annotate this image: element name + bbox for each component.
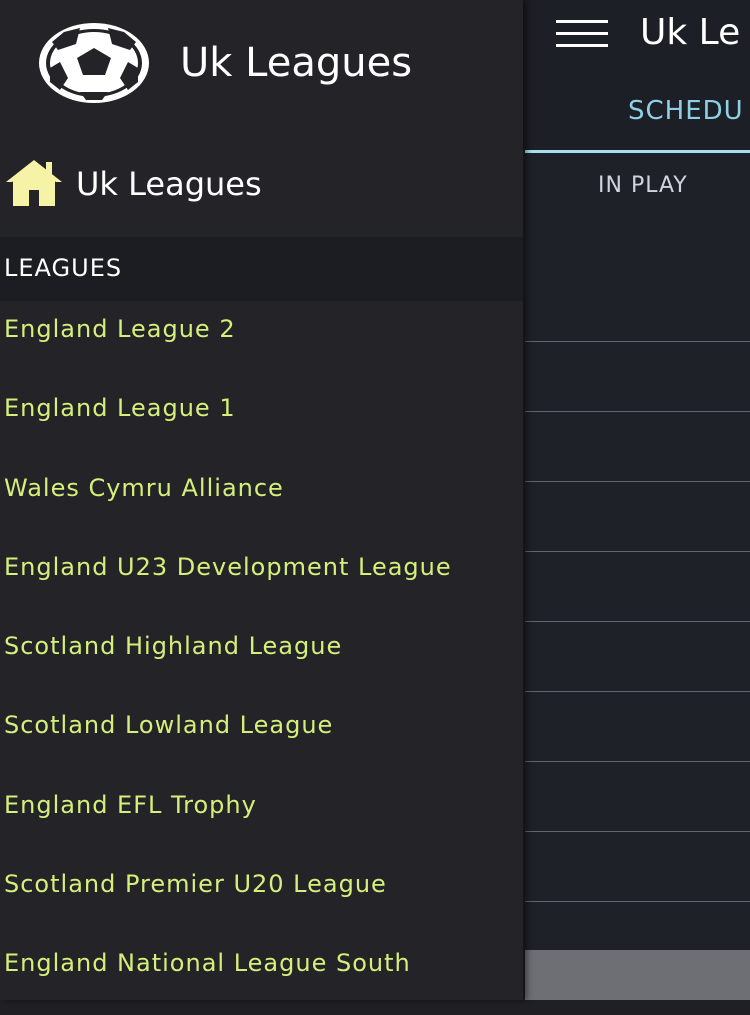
row-divider bbox=[525, 901, 750, 902]
league-label: England EFL Trophy bbox=[4, 790, 257, 819]
league-item[interactable]: England National League South bbox=[0, 935, 523, 1014]
in-play-label: IN PLAY bbox=[598, 173, 688, 198]
row-divider bbox=[525, 621, 750, 622]
tab-indicator bbox=[525, 150, 750, 153]
league-item[interactable]: England League 2 bbox=[0, 301, 523, 380]
app-title: Uk Le bbox=[640, 12, 741, 53]
section-label: LEAGUES bbox=[4, 254, 123, 282]
league-item[interactable]: England U23 Development League bbox=[0, 539, 523, 618]
league-label: England League 2 bbox=[4, 315, 236, 343]
home-label: Uk Leagues bbox=[76, 165, 262, 203]
league-item[interactable]: England EFL Trophy bbox=[0, 777, 523, 856]
row-divider bbox=[525, 691, 750, 692]
drawer-title: Uk Leagues bbox=[180, 40, 413, 86]
bottom-bar bbox=[525, 950, 750, 1000]
league-label: England U23 Development League bbox=[4, 552, 452, 581]
home-icon bbox=[6, 160, 62, 206]
tab-schedule[interactable]: SCHEDU bbox=[628, 96, 744, 126]
hamburger-menu-icon[interactable] bbox=[556, 20, 608, 48]
league-label: Scotland Highland League bbox=[4, 632, 343, 661]
league-item[interactable]: Scotland Lowland League bbox=[0, 697, 523, 776]
league-list: England League 2 England League 1 Wales … bbox=[0, 301, 523, 1015]
league-label: England League 1 bbox=[4, 394, 236, 423]
drawer-header: Uk Leagues bbox=[0, 0, 523, 140]
row-divider bbox=[525, 341, 750, 342]
league-label: Scotland Lowland League bbox=[4, 711, 334, 740]
league-label: Scotland Premier U20 League bbox=[4, 870, 387, 899]
soccer-ball-icon bbox=[39, 23, 149, 103]
home-nav-item[interactable]: Uk Leagues bbox=[0, 150, 523, 220]
league-item[interactable]: Scotland Highland League bbox=[0, 618, 523, 697]
league-item[interactable]: England League 1 bbox=[0, 380, 523, 459]
league-item[interactable]: Scotland Premier U20 League bbox=[0, 856, 523, 935]
league-item[interactable]: Wales Cymru Alliance bbox=[0, 460, 523, 539]
row-divider bbox=[525, 551, 750, 552]
league-label: Wales Cymru Alliance bbox=[4, 473, 284, 502]
navigation-drawer: Uk Leagues Uk Leagues LEAGUES England Le… bbox=[0, 0, 523, 1000]
league-label: England National League South bbox=[4, 949, 411, 978]
leagues-section-header: LEAGUES bbox=[0, 237, 523, 301]
row-divider bbox=[525, 481, 750, 482]
row-divider bbox=[525, 831, 750, 832]
row-divider bbox=[525, 411, 750, 412]
row-divider bbox=[525, 761, 750, 762]
